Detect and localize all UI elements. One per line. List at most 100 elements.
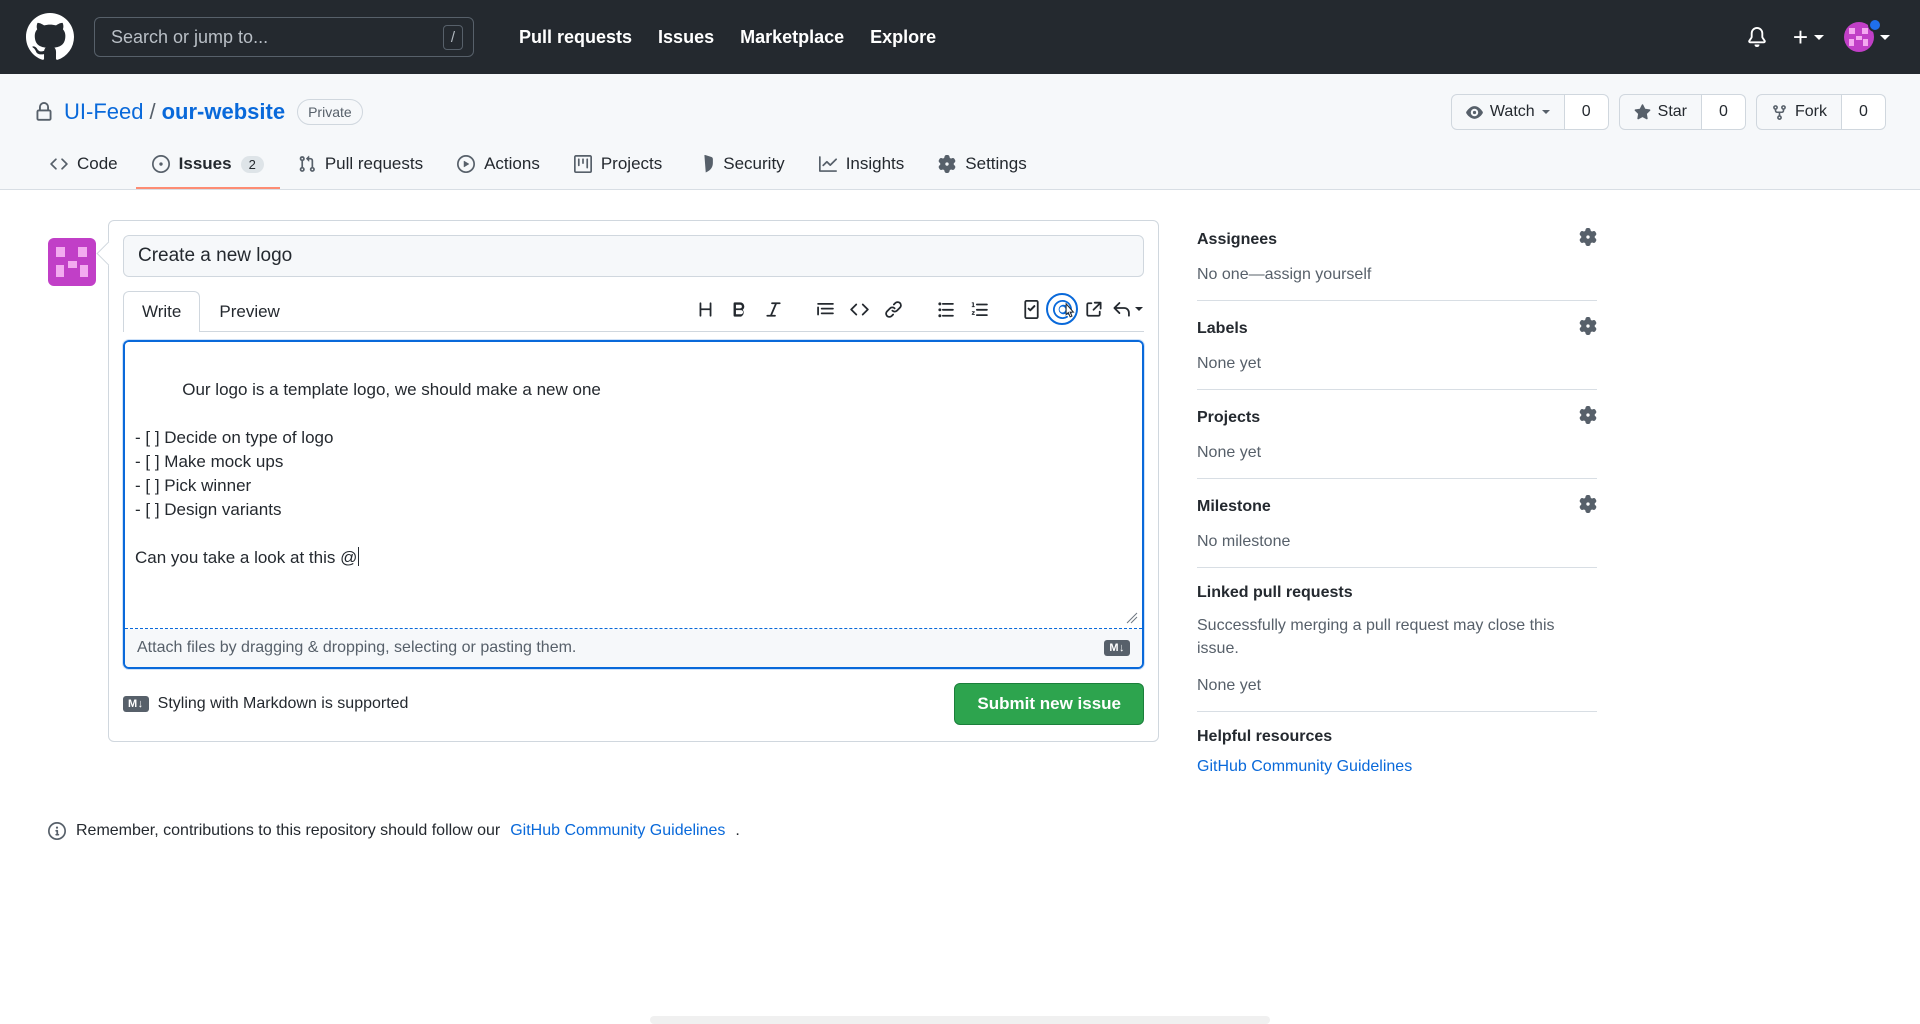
tab-code[interactable]: Code (34, 146, 134, 189)
unordered-list-icon[interactable] (928, 294, 962, 324)
linked-pull-requests-value: None yet (1197, 677, 1262, 694)
projects-value: None yet (1197, 444, 1262, 461)
fork-icon (1773, 104, 1786, 120)
code-icon[interactable] (842, 294, 876, 324)
quote-icon[interactable] (808, 294, 842, 324)
markdown-toolbar (688, 293, 1144, 331)
watch-label: Watch (1489, 103, 1535, 120)
tab-actions[interactable]: Actions (441, 146, 556, 189)
gear-icon[interactable] (1579, 406, 1597, 429)
repository-header: UI-Feed / our-website Private Watch 0 St… (0, 74, 1920, 190)
nav-explore[interactable]: Explore (857, 27, 949, 48)
tab-pull-requests[interactable]: Pull requests (282, 146, 439, 189)
labels-title: Labels (1197, 319, 1248, 337)
repo-name-link[interactable]: our-website (162, 99, 285, 125)
form-footer: M↓ Styling with Markdown is supported Su… (123, 683, 1144, 725)
new-issue-form: Write Preview (108, 220, 1159, 742)
labels-header: Labels (1197, 317, 1597, 340)
gear-icon (938, 155, 956, 173)
gear-icon[interactable] (1579, 317, 1597, 340)
star-count[interactable]: 0 (1702, 94, 1746, 130)
repo-action-buttons: Watch 0 Star 0 Fork 0 (1450, 94, 1886, 130)
link-icon[interactable] (876, 294, 910, 324)
shield-icon (704, 155, 714, 173)
tab-settings[interactable]: Settings (922, 146, 1042, 189)
saved-reply-icon[interactable] (1076, 294, 1110, 324)
mention-icon[interactable] (1046, 293, 1078, 325)
tab-issues[interactable]: Issues 2 (135, 146, 280, 189)
tab-projects[interactable]: Projects (558, 146, 678, 189)
issue-form-column: Write Preview (34, 220, 1159, 806)
search-input[interactable]: Search or jump to... / (94, 17, 474, 57)
author-avatar (48, 238, 96, 286)
bell-icon[interactable] (1735, 21, 1779, 53)
user-menu-button[interactable] (1838, 16, 1900, 58)
scrollbar[interactable] (650, 1016, 1270, 1024)
create-new-button[interactable]: + (1783, 22, 1834, 52)
ordered-list-icon[interactable] (962, 294, 996, 324)
italic-icon[interactable] (756, 294, 790, 324)
tab-issues-count: 2 (240, 155, 264, 173)
repo-owner-link[interactable]: UI-Feed (64, 99, 143, 125)
issue-body-textarea[interactable]: Our logo is a template logo, we should m… (125, 342, 1142, 628)
heading-icon[interactable] (688, 294, 722, 324)
star-icon (1634, 103, 1651, 119)
gear-icon[interactable] (1579, 495, 1597, 518)
star-button[interactable]: Star (1618, 94, 1702, 130)
main-content: Write Preview (0, 190, 1920, 806)
markdown-support-text: Styling with Markdown is supported (157, 695, 409, 712)
milestone-header: Milestone (1197, 495, 1597, 518)
nav-pull-requests[interactable]: Pull requests (506, 27, 645, 48)
labels-value: None yet (1197, 355, 1262, 372)
nav-issues[interactable]: Issues (645, 27, 727, 48)
contribution-guidelines-note: Remember, contributions to this reposito… (48, 822, 1159, 840)
community-guidelines-link[interactable]: GitHub Community Guidelines (1197, 758, 1412, 775)
tab-issues-label: Issues (178, 154, 232, 173)
tab-write[interactable]: Write (123, 291, 201, 332)
breadcrumb-separator: / (149, 99, 156, 124)
task-list-icon[interactable] (1014, 294, 1048, 324)
tab-security[interactable]: Security (680, 146, 800, 189)
resize-grip-icon[interactable] (1126, 612, 1138, 624)
submit-new-issue-button[interactable]: Submit new issue (954, 683, 1144, 725)
global-header: Search or jump to... / Pull requests Iss… (0, 0, 1920, 74)
watch-count[interactable]: 0 (1564, 94, 1609, 130)
tab-actions-label: Actions (484, 154, 540, 173)
assignees-header: Assignees (1197, 228, 1597, 251)
tab-security-label: Security (723, 154, 785, 173)
issue-opened-icon (151, 155, 170, 173)
fork-button-group: Fork 0 (1756, 94, 1886, 130)
guidelines-link[interactable]: GitHub Community Guidelines (510, 822, 725, 840)
status-badge: Private (297, 99, 363, 125)
play-icon (457, 155, 476, 173)
attach-files-hint[interactable]: Attach files by dragging & dropping, sel… (125, 629, 1142, 667)
tab-preview[interactable]: Preview (200, 291, 298, 332)
markdown-support-note: M↓ Styling with Markdown is supported (123, 695, 408, 713)
plus-icon: + (1792, 22, 1808, 52)
guidelines-prefix: Remember, contributions to this reposito… (76, 822, 501, 839)
fork-button[interactable]: Fork (1756, 94, 1842, 130)
issue-body-field[interactable]: Our logo is a template logo, we should m… (123, 340, 1144, 669)
markdown-badge: M↓ (123, 696, 149, 712)
tab-projects-label: Projects (600, 154, 663, 173)
gear-icon[interactable] (1579, 228, 1597, 251)
tab-insights-label: Insights (845, 154, 905, 173)
fork-label: Fork (1795, 103, 1827, 120)
nav-marketplace[interactable]: Marketplace (727, 27, 857, 48)
fork-count[interactable]: 0 (1842, 94, 1886, 130)
issue-title-input[interactable] (123, 235, 1144, 277)
chevron-down-icon (1541, 110, 1550, 114)
watch-button[interactable]: Watch (1450, 94, 1565, 130)
sidebar-section-milestone: Milestone No milestone (1197, 495, 1597, 568)
github-mark-icon[interactable] (26, 13, 74, 61)
bold-icon[interactable] (722, 294, 756, 324)
eye-icon (1466, 105, 1483, 119)
lock-icon (36, 102, 52, 121)
linked-pull-requests-description: Successfully merging a pull request may … (1197, 617, 1555, 657)
tab-insights[interactable]: Insights (803, 146, 921, 189)
chevron-down-icon (1814, 34, 1824, 40)
breadcrumb: UI-Feed / our-website Private Watch 0 St… (34, 94, 1886, 130)
attach-files-text: Attach files by dragging & dropping, sel… (137, 639, 577, 656)
reply-icon[interactable] (1110, 294, 1144, 324)
chevron-down-icon (1880, 34, 1890, 40)
